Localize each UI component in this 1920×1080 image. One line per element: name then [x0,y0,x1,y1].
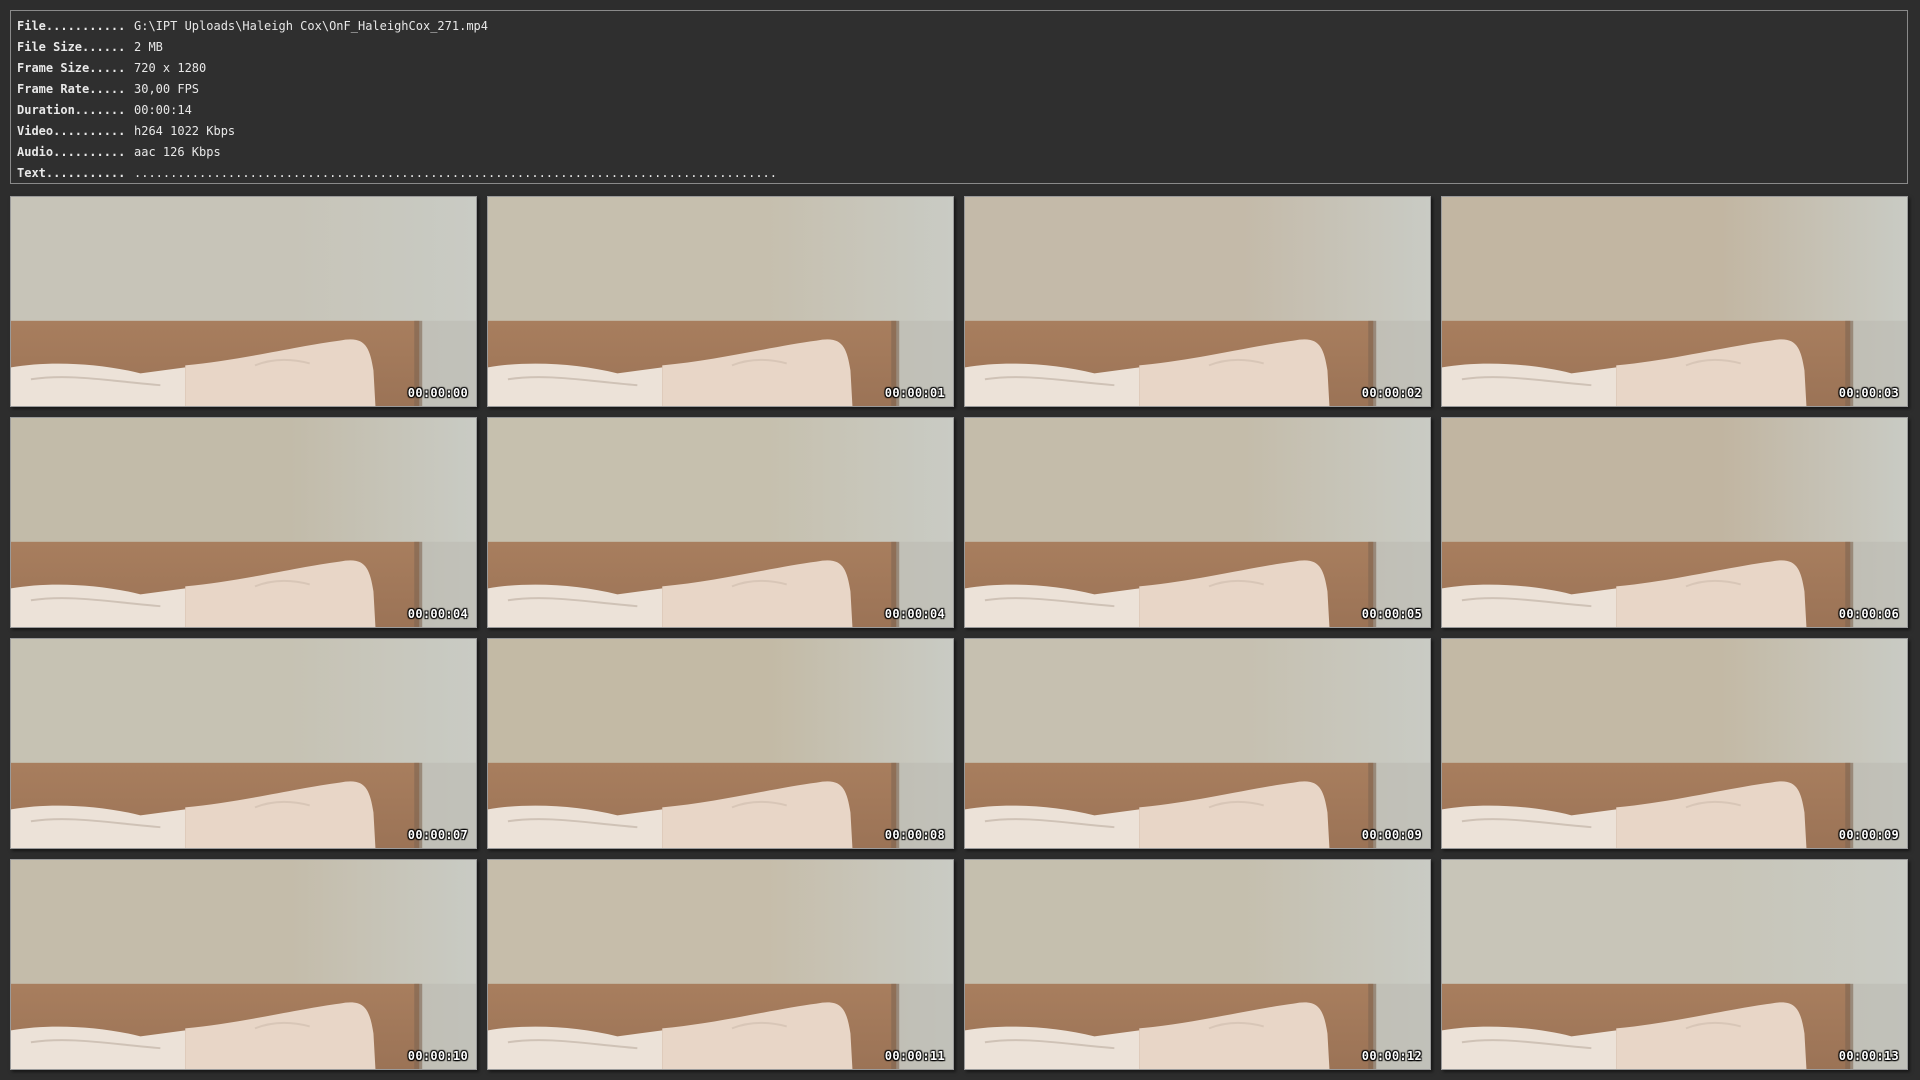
info-video-label: Video.......... [17,124,126,138]
video-frame-thumbnail[interactable]: 00:00:09 [964,638,1431,849]
info-text-value: ........................................… [134,166,777,180]
frame-timestamp: 00:00:12 [1361,1049,1422,1063]
info-rate-label: Frame Rate..... [17,82,126,96]
video-frame-thumbnail[interactable]: 00:00:05 [964,417,1431,628]
info-text-row: Text....................................… [17,163,1907,184]
video-frame-thumbnail[interactable]: 00:00:08 [487,638,954,849]
video-frame-thumbnail[interactable]: 00:00:03 [1441,196,1908,407]
frame-image [965,860,1430,1069]
frame-image [1442,197,1907,406]
info-size-row: File Size...... 2 MB [17,37,1907,58]
video-frame-thumbnail[interactable]: 00:00:01 [487,196,954,407]
info-audio-label: Audio.......... [17,145,126,159]
info-audio-row: Audio.......... aac 126 Kbps [17,142,1907,163]
info-duration-label: Duration....... [17,103,126,117]
info-size-value: 2 MB [134,40,163,54]
info-file-label: File........... [17,19,126,33]
frame-timestamp: 00:00:07 [407,828,468,842]
frame-image [11,418,476,627]
thumbnail-grid: 00:00:00 00:00:01 00:00:02 00:00:03 00:00:04… [10,196,1910,1072]
frame-image [488,418,953,627]
media-info-panel: File........... G:\IPT Uploads\Haleigh Co… [10,10,1908,184]
info-frame-value: 720 x 1280 [134,61,207,75]
frame-image [1442,860,1907,1069]
frame-image [1442,639,1907,848]
info-text-label: Text........... [17,166,126,180]
frame-timestamp: 00:00:01 [884,386,945,400]
video-frame-thumbnail[interactable]: 00:00:04 [487,417,954,628]
frame-timestamp: 00:00:08 [884,828,945,842]
frame-timestamp: 00:00:00 [407,386,468,400]
video-frame-thumbnail[interactable]: 00:00:13 [1441,859,1908,1070]
info-frame-label: Frame Size..... [17,61,126,75]
frame-timestamp: 00:00:13 [1838,1049,1899,1063]
info-audio-value: aac 126 Kbps [134,145,221,159]
frame-timestamp: 00:00:05 [1361,607,1422,621]
info-duration-row: Duration....... 00:00:14 [17,100,1907,121]
frame-timestamp: 00:00:09 [1361,828,1422,842]
video-frame-thumbnail[interactable]: 00:00:11 [487,859,954,1070]
frame-timestamp: 00:00:02 [1361,386,1422,400]
info-file-row: File........... G:\IPT Uploads\Haleigh Co… [17,16,1907,37]
frame-timestamp: 00:00:04 [407,607,468,621]
info-video-value: h264 1022 Kbps [134,124,236,138]
video-frame-thumbnail[interactable]: 00:00:10 [10,859,477,1070]
frame-timestamp: 00:00:06 [1838,607,1899,621]
frame-image [488,197,953,406]
info-rate-row: Frame Rate..... 30,00 FPS [17,79,1907,100]
video-frame-thumbnail[interactable]: 00:00:06 [1441,417,1908,628]
info-file-value: G:\IPT Uploads\Haleigh Cox\OnF_HaleighCo… [134,19,489,33]
video-frame-thumbnail[interactable]: 00:00:12 [964,859,1431,1070]
video-frame-thumbnail[interactable]: 00:00:02 [964,196,1431,407]
info-frame-row: Frame Size..... 720 x 1280 [17,58,1907,79]
frame-timestamp: 00:00:09 [1838,828,1899,842]
video-frame-thumbnail[interactable]: 00:00:07 [10,638,477,849]
video-frame-thumbnail[interactable]: 00:00:09 [1441,638,1908,849]
info-video-row: Video.......... h264 1022 Kbps [17,121,1907,142]
frame-image [11,639,476,848]
frame-timestamp: 00:00:11 [884,1049,945,1063]
info-duration-value: 00:00:14 [134,103,192,117]
contact-sheet: File........... G:\IPT Uploads\Haleigh Co… [0,0,1920,1080]
video-frame-thumbnail[interactable]: 00:00:04 [10,417,477,628]
frame-timestamp: 00:00:03 [1838,386,1899,400]
frame-timestamp: 00:00:10 [407,1049,468,1063]
frame-image [488,639,953,848]
info-size-label: File Size...... [17,40,126,54]
frame-image [965,418,1430,627]
frame-image [965,197,1430,406]
info-rate-value: 30,00 FPS [134,82,200,96]
frame-image [488,860,953,1069]
frame-timestamp: 00:00:04 [884,607,945,621]
video-frame-thumbnail[interactable]: 00:00:00 [10,196,477,407]
frame-image [1442,418,1907,627]
frame-image [11,197,476,406]
frame-image [11,860,476,1069]
frame-image [965,639,1430,848]
